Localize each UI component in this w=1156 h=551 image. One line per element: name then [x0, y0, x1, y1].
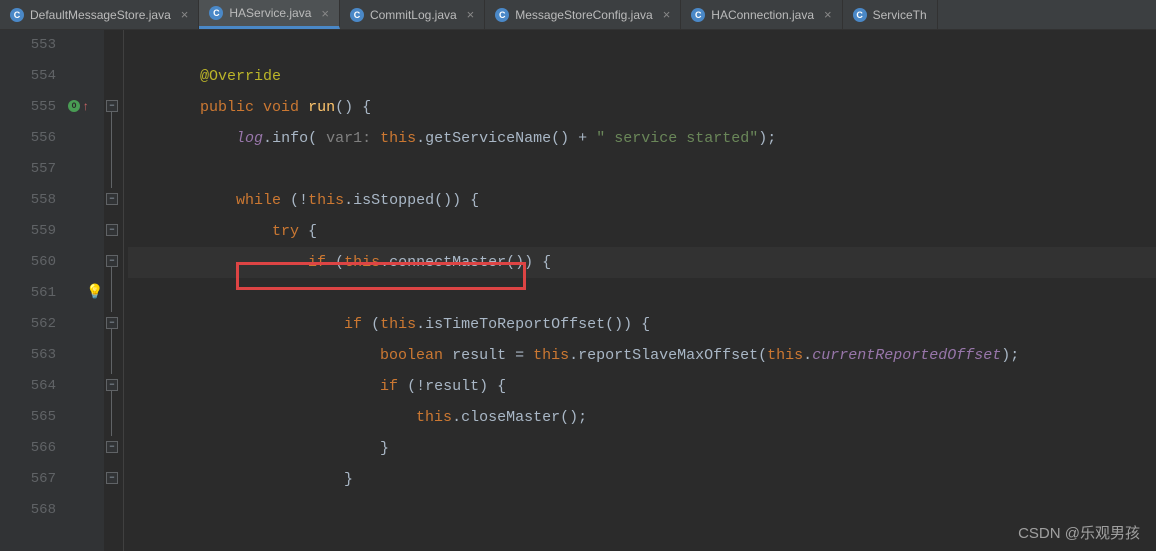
line-number[interactable]: 565 [18, 402, 56, 433]
fold-line [111, 391, 112, 436]
fold-toggle-icon[interactable]: − [106, 317, 118, 329]
code-line: if (this.connectMaster()) { [128, 247, 1156, 278]
fold-toggle-icon[interactable]: − [106, 224, 118, 236]
line-number[interactable]: 557 [18, 154, 56, 185]
tab-haconnection[interactable]: C HAConnection.java × [681, 0, 842, 29]
line-number[interactable]: 560 [18, 247, 56, 278]
line-number[interactable]: 568 [18, 495, 56, 526]
fold-toggle-icon[interactable]: − [106, 441, 118, 453]
code-line: @Override [128, 61, 1156, 92]
line-number[interactable]: 555 [18, 92, 56, 123]
tab-haservice[interactable]: C HAService.java × [199, 0, 340, 29]
fold-line [111, 329, 112, 374]
editor-tabs: C DefaultMessageStore.java × C HAService… [0, 0, 1156, 30]
code-line: while (!this.isStopped()) { [128, 185, 1156, 216]
close-icon[interactable]: × [181, 7, 189, 22]
line-number[interactable]: 564 [18, 371, 56, 402]
line-number[interactable]: 558 [18, 185, 56, 216]
fold-toggle-icon[interactable]: − [106, 100, 118, 112]
code-area[interactable]: @Override public void run() { log.info( … [124, 30, 1156, 551]
line-number[interactable]: 556 [18, 123, 56, 154]
line-numbers: 553 554 555 556 557 558 559 560 561 562 … [14, 30, 64, 551]
java-class-icon: C [209, 6, 223, 20]
fold-toggle-icon[interactable]: − [106, 379, 118, 391]
java-class-icon: C [853, 8, 867, 22]
editor-area: 553 554 555 556 557 558 559 560 561 562 … [0, 30, 1156, 551]
code-line: } [128, 464, 1156, 495]
fold-toggle-icon[interactable]: − [106, 472, 118, 484]
fold-toggle-icon[interactable]: − [106, 255, 118, 267]
tab-label: HAService.java [229, 6, 311, 20]
tab-label: MessageStoreConfig.java [515, 8, 652, 22]
arrow-up-icon: ↑ [82, 100, 89, 114]
line-number[interactable]: 561 [18, 278, 56, 309]
override-marker[interactable]: O ↑ [68, 100, 89, 114]
fold-gutter: − − − − − − − − [104, 30, 124, 551]
tab-commitlog[interactable]: C CommitLog.java × [340, 0, 485, 29]
fold-line [111, 267, 112, 312]
code-line [128, 495, 1156, 526]
close-icon[interactable]: × [321, 6, 329, 21]
code-line: public void run() { [128, 92, 1156, 123]
tab-label: DefaultMessageStore.java [30, 8, 171, 22]
code-line [128, 154, 1156, 185]
left-gutter [0, 30, 14, 551]
tab-defaultmessagestore[interactable]: C DefaultMessageStore.java × [0, 0, 199, 29]
code-line: if (!result) { [128, 371, 1156, 402]
java-class-icon: C [495, 8, 509, 22]
code-line: this.closeMaster(); [128, 402, 1156, 433]
code-line: boolean result = this.reportSlaveMaxOffs… [128, 340, 1156, 371]
line-number[interactable]: 562 [18, 309, 56, 340]
code-line: try { [128, 216, 1156, 247]
fold-toggle-icon[interactable]: − [106, 193, 118, 205]
line-number[interactable]: 567 [18, 464, 56, 495]
line-number[interactable]: 563 [18, 340, 56, 371]
close-icon[interactable]: × [467, 7, 475, 22]
code-line: log.info( var1: this.getServiceName() + … [128, 123, 1156, 154]
code-line: } [128, 433, 1156, 464]
java-class-icon: C [350, 8, 364, 22]
java-class-icon: C [10, 8, 24, 22]
tab-label: CommitLog.java [370, 8, 457, 22]
line-number[interactable]: 559 [18, 216, 56, 247]
watermark: CSDN @乐观男孩 [1018, 522, 1140, 543]
line-number[interactable]: 554 [18, 61, 56, 92]
override-icon: O [68, 100, 80, 112]
intention-bulb-icon[interactable]: 💡 [86, 284, 103, 301]
close-icon[interactable]: × [824, 7, 832, 22]
code-line: if (this.isTimeToReportOffset()) { [128, 309, 1156, 340]
tab-label: HAConnection.java [711, 8, 814, 22]
code-line [128, 30, 1156, 61]
tab-messagestoreconfig[interactable]: C MessageStoreConfig.java × [485, 0, 681, 29]
line-number[interactable]: 553 [18, 30, 56, 61]
code-line [128, 278, 1156, 309]
tab-serviceth[interactable]: C ServiceTh [843, 0, 938, 29]
close-icon[interactable]: × [663, 7, 671, 22]
line-number[interactable]: 566 [18, 433, 56, 464]
java-class-icon: C [691, 8, 705, 22]
tab-label: ServiceTh [873, 8, 927, 22]
fold-line [111, 112, 112, 188]
gutter-icons: O ↑ 💡 [64, 30, 104, 551]
